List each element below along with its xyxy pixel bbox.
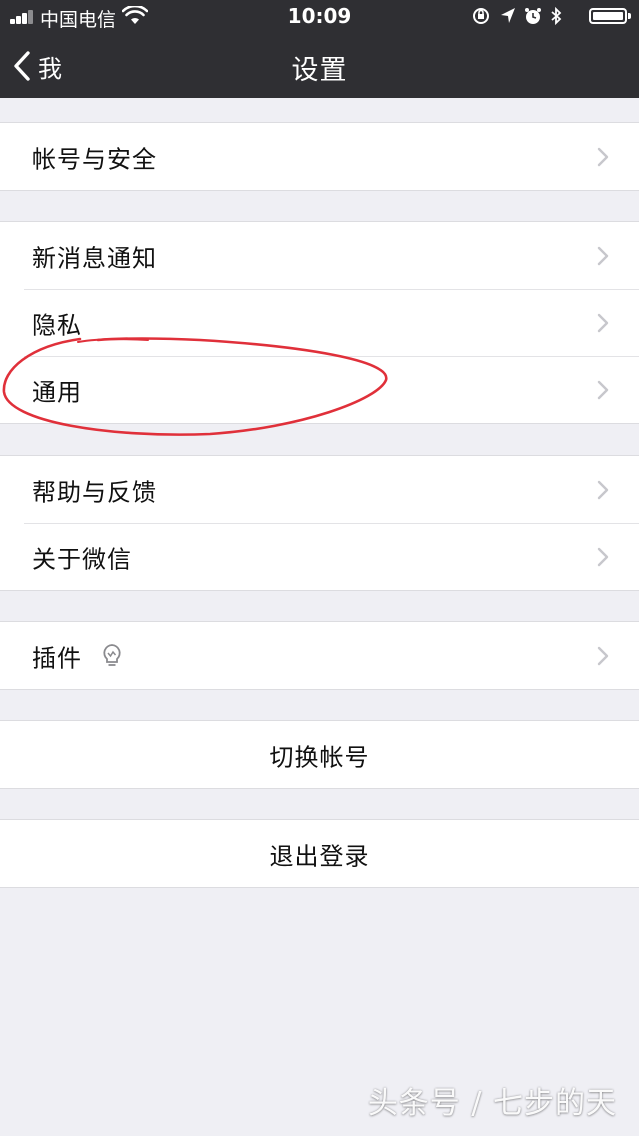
settings-item-about[interactable]: 关于微信 [0, 523, 639, 590]
settings-item-notifications[interactable]: 新消息通知 [0, 222, 639, 289]
status-bar: 中国电信 10:09 [0, 0, 639, 34]
plugins-group: 插件 [0, 621, 639, 690]
logout-group: 退出登录 [0, 819, 639, 888]
chevron-right-icon [597, 380, 609, 399]
settings-item-general[interactable]: 通用 [0, 356, 639, 423]
chevron-right-icon [597, 547, 609, 566]
settings-item-account-security[interactable]: 帐号与安全 [0, 123, 639, 190]
settings-item-label: 关于微信 [32, 545, 132, 573]
lightbulb-icon [103, 643, 121, 666]
switch-account-label: 切换帐号 [269, 743, 370, 771]
settings-item-label: 新消息通知 [32, 244, 157, 272]
bluetooth-icon [551, 6, 562, 26]
logout-label: 退出登录 [269, 842, 370, 870]
top-bar: 中国电信 10:09 我 设置 [0, 0, 639, 98]
settings-item-label: 帐号与安全 [32, 145, 157, 173]
help-group: 帮助与反馈 关于微信 [0, 455, 639, 591]
orientation-lock-icon [473, 8, 489, 24]
logout-button[interactable]: 退出登录 [0, 820, 639, 887]
navigation-bar: 我 设置 [0, 34, 639, 98]
chevron-right-icon [597, 147, 609, 166]
watermark: 头条号 / 七步的天 [367, 1086, 617, 1121]
location-arrow-icon [501, 8, 515, 23]
alarm-icon [525, 8, 541, 24]
settings-item-label: 帮助与反馈 [32, 478, 157, 506]
settings-item-label: 插件 [32, 644, 82, 672]
settings-item-label: 通用 [32, 378, 82, 406]
general-group: 新消息通知 隐私 通用 [0, 221, 639, 424]
chevron-right-icon [597, 246, 609, 265]
battery-icon [589, 8, 631, 24]
account-group: 帐号与安全 [0, 122, 639, 191]
switch-account-button[interactable]: 切换帐号 [0, 721, 639, 788]
chevron-right-icon [597, 646, 609, 665]
settings-item-label: 隐私 [32, 311, 82, 339]
chevron-right-icon [597, 313, 609, 332]
settings-item-help-feedback[interactable]: 帮助与反馈 [0, 456, 639, 523]
switch-account-group: 切换帐号 [0, 720, 639, 789]
settings-item-privacy[interactable]: 隐私 [0, 289, 639, 356]
settings-item-plugins[interactable]: 插件 [0, 622, 639, 689]
page-title: 设置 [291, 55, 348, 86]
chevron-right-icon [597, 480, 609, 499]
